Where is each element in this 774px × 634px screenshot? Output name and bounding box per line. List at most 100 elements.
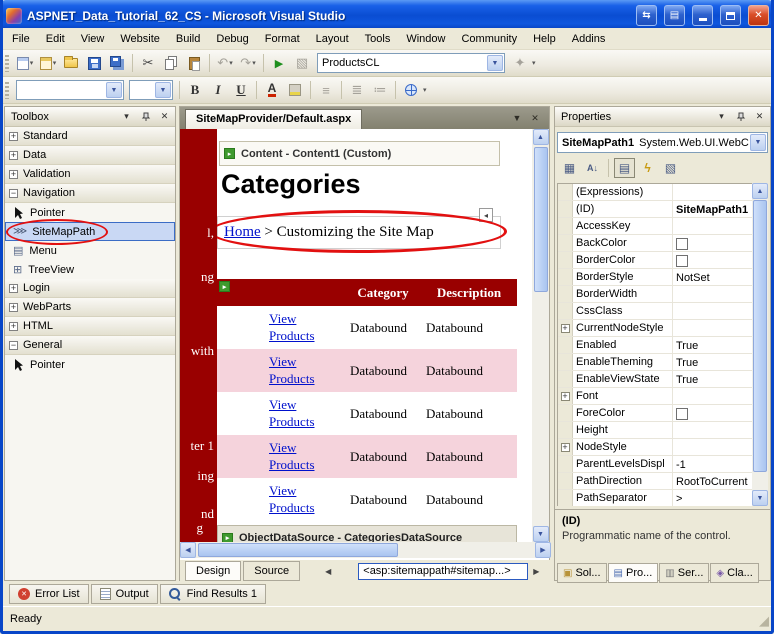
scrollbar-thumb[interactable] (534, 147, 548, 292)
object-selector-combobox[interactable]: SiteMapPath1 System.Web.UI.WebC ▼ (557, 132, 768, 153)
property-row[interactable]: (Expressions) (558, 184, 754, 201)
property-value[interactable] (673, 218, 754, 234)
cut-button[interactable]: ✂ (137, 52, 159, 74)
close-panel-button[interactable]: ✕ (752, 109, 767, 124)
property-row[interactable]: ParentLevelsDispl-1 (558, 456, 754, 473)
resize-grip[interactable]: ◢ (759, 613, 769, 629)
document-list-button[interactable]: ▼ (509, 110, 525, 126)
property-row[interactable]: EnableThemingTrue (558, 354, 754, 371)
pin-button[interactable] (138, 109, 153, 124)
property-value[interactable] (673, 286, 754, 302)
smart-tag-button[interactable]: ◂ (479, 208, 493, 222)
scroll-down-icon[interactable]: ▼ (533, 526, 549, 542)
menu-file[interactable]: File (4, 30, 38, 48)
expand-icon[interactable]: + (561, 392, 570, 401)
highlight-button[interactable] (284, 79, 306, 101)
toolbox-section-standard[interactable]: +Standard (5, 127, 175, 146)
start-debug-button[interactable]: ▶ (268, 52, 290, 74)
undo-button[interactable]: ↶▾ (214, 52, 236, 74)
tab-find-results[interactable]: Find Results 1 (160, 584, 266, 604)
paste-button[interactable] (183, 52, 205, 74)
save-all-button[interactable] (106, 52, 128, 74)
menu-format[interactable]: Format (257, 30, 308, 48)
menu-edit[interactable]: Edit (38, 30, 73, 48)
menu-tools[interactable]: Tools (357, 30, 399, 48)
toolbox-item-pointer-general[interactable]: Pointer (5, 355, 175, 374)
toolbox-item-sitemappath[interactable]: ⋙SiteMapPath (5, 222, 175, 241)
property-row[interactable]: +Font (558, 388, 754, 405)
scroll-down-icon[interactable]: ▼ (752, 490, 768, 506)
property-row[interactable]: PathDirectionRootToCurrent (558, 473, 754, 490)
scroll-up-icon[interactable]: ▲ (533, 129, 549, 145)
tag-nav-back-button[interactable]: ◀ (322, 567, 334, 576)
document-close-button[interactable]: ✕ (527, 110, 543, 126)
italic-button[interactable]: I (207, 79, 229, 101)
categorized-button[interactable]: ▦ (559, 158, 580, 178)
view-products-link[interactable]: View Products (269, 440, 331, 474)
property-value[interactable] (673, 439, 754, 455)
property-value[interactable] (673, 422, 754, 438)
property-value[interactable] (673, 303, 754, 319)
property-value[interactable]: True (673, 354, 754, 370)
toolbar-grip[interactable] (5, 82, 9, 99)
menu-addins[interactable]: Addins (564, 30, 614, 48)
toolbox-section-webparts[interactable]: +WebParts (5, 298, 175, 317)
toolbox-section-validation[interactable]: +Validation (5, 165, 175, 184)
property-row[interactable]: BorderColor (558, 252, 754, 269)
property-value[interactable]: SiteMapPath1 (673, 201, 754, 217)
property-row[interactable]: AccessKey (558, 218, 754, 235)
properties-titlebar[interactable]: Properties ▾ ✕ (555, 107, 770, 127)
expand-icon[interactable]: + (9, 170, 18, 179)
toolbar-overflow-button[interactable]: ▾ (532, 59, 536, 67)
tag-nav-forward-button[interactable]: ▶ (530, 567, 542, 576)
property-row[interactable]: ForeColor (558, 405, 754, 422)
toolbox-item-menu[interactable]: ▤Menu (5, 241, 175, 260)
close-panel-button[interactable]: ✕ (157, 109, 172, 124)
expand-icon[interactable]: + (561, 324, 570, 333)
toolbox-section-login[interactable]: +Login (5, 279, 175, 298)
capture-tool-button-2[interactable]: ▤ (664, 5, 685, 26)
property-value[interactable] (673, 184, 754, 200)
scroll-up-icon[interactable]: ▲ (752, 183, 768, 199)
redo-button[interactable]: ↷▾ (237, 52, 259, 74)
property-row[interactable]: BorderStyleNotSet (558, 269, 754, 286)
objectdatasource-control[interactable]: ▸ ObjectDataSource - CategoriesDataSourc… (217, 525, 517, 542)
window-menu-button[interactable]: ▾ (119, 109, 134, 124)
events-button[interactable]: ϟ (637, 158, 658, 178)
property-row[interactable]: EnabledTrue (558, 337, 754, 354)
property-value[interactable] (673, 320, 754, 336)
save-button[interactable] (83, 52, 105, 74)
capture-tool-button-1[interactable]: ⇆ (636, 5, 657, 26)
menu-layout[interactable]: Layout (308, 30, 357, 48)
add-new-item-button[interactable]: ▾ (37, 52, 59, 74)
breadcrumb-home-link[interactable]: Home (224, 224, 261, 240)
underline-button[interactable]: U (230, 79, 252, 101)
toolbox-item-pointer[interactable]: Pointer (5, 203, 175, 222)
font-name-combobox[interactable]: ▼ (16, 80, 124, 100)
toolbox-section-navigation[interactable]: −Navigation (5, 184, 175, 203)
property-value[interactable]: True (673, 371, 754, 387)
expand-icon[interactable]: + (9, 322, 18, 331)
content-placeholder-header[interactable]: ▸ Content - Content1 (Custom) (219, 141, 500, 166)
new-website-button[interactable]: ▾ (14, 52, 36, 74)
property-row[interactable]: CssClass (558, 303, 754, 320)
titlebar[interactable]: ASPNET_Data_Tutorial_62_CS - Microsoft V… (0, 0, 774, 28)
minimize-button[interactable] (692, 5, 713, 26)
open-file-button[interactable] (60, 52, 82, 74)
design-vertical-scrollbar[interactable]: ▲ ▼ (532, 129, 549, 542)
scrollbar-thumb[interactable] (198, 543, 398, 557)
toolbox-section-general[interactable]: −General (5, 336, 175, 355)
toolbar-combobox[interactable]: ProductsCL▼ (317, 53, 505, 73)
property-value[interactable]: > (673, 490, 754, 506)
chevron-down-icon[interactable]: ▼ (750, 134, 766, 151)
property-value[interactable]: NotSet (673, 269, 754, 285)
design-surface[interactable]: l, ng with ter 1 ing nd g ▸ Content - Co… (180, 129, 549, 542)
property-value[interactable] (673, 405, 754, 421)
view-products-link[interactable]: View Products (269, 483, 331, 517)
expand-icon[interactable]: + (9, 132, 18, 141)
property-value[interactable] (673, 252, 754, 268)
toolbar-overflow-button[interactable]: ▾ (423, 86, 427, 94)
alphabetical-button[interactable]: A↓ (582, 158, 603, 178)
scroll-right-icon[interactable]: ▶ (535, 542, 551, 558)
tab-properties[interactable]: ▤Pro... (608, 563, 659, 583)
